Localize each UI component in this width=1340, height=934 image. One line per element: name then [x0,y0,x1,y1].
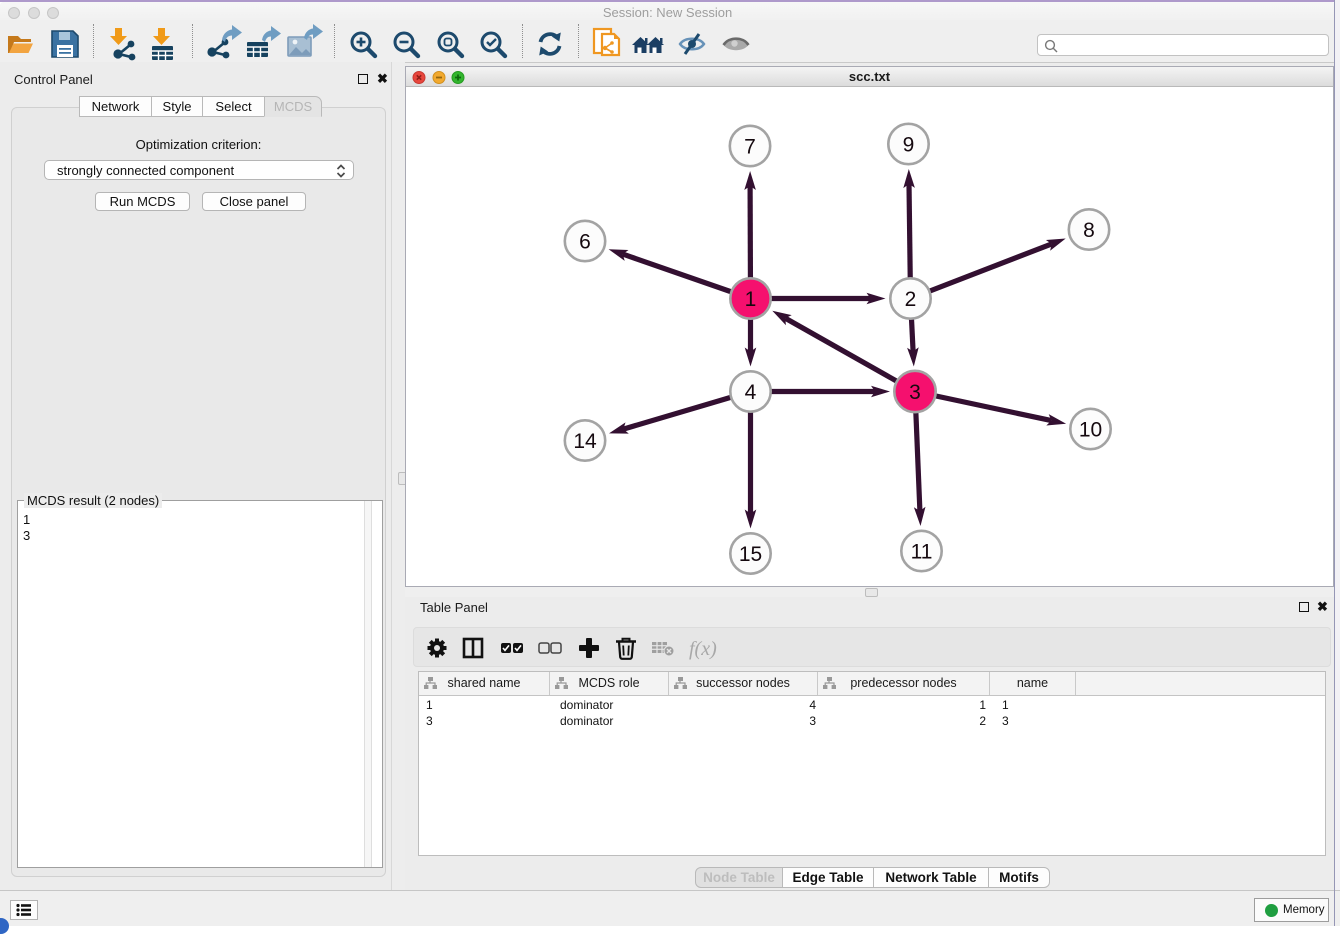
svg-text:14: 14 [573,430,597,453]
svg-text:9: 9 [903,134,915,157]
svg-text:1: 1 [745,288,757,311]
svg-text:11: 11 [911,541,933,564]
svg-text:10: 10 [1079,419,1102,442]
svg-text:6: 6 [579,231,591,254]
svg-text:2: 2 [905,288,917,311]
svg-text:4: 4 [745,381,757,404]
svg-text:15: 15 [739,543,762,566]
svg-text:3: 3 [909,381,921,404]
svg-text:7: 7 [744,136,756,159]
svg-text:f(x): f(x) [689,638,717,660]
svg-text:8: 8 [1083,219,1095,242]
